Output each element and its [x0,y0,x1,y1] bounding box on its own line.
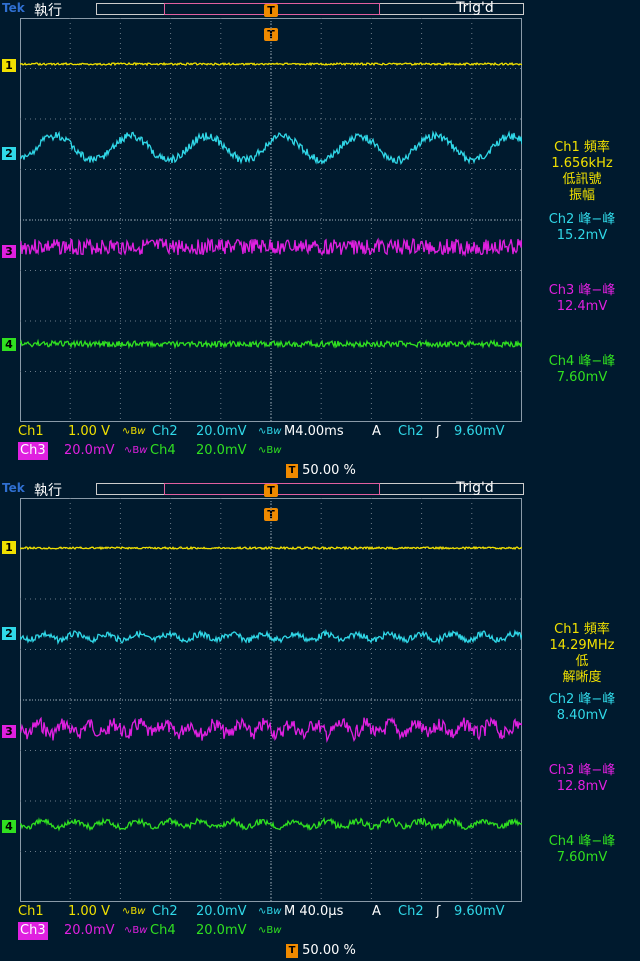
trigger-source: Ch2 [398,904,424,919]
ch3-scale: 20.0mV [64,443,115,458]
scope-screen-bottom: Tek 執行 Trig'd T T 1 2 3 4 Ch1 頻率 14.29MH… [0,480,640,960]
graticule [20,498,522,902]
timebase[interactable]: M 40.0µs [284,903,343,921]
ch4-scale: 20.0mV [196,443,247,458]
status-readout: Ch1 1.00 V ∿B𝘸 Ch2 20.0mV ∿B𝘸 M 40.0µs A… [0,903,640,961]
graticule-grid [20,18,522,422]
ch2-bandwidth-icon: ∿B𝘸 [258,426,282,437]
brand-logo: Tek [2,1,25,15]
ch2-label[interactable]: Ch2 [152,903,178,921]
trigger-t-icon: T [286,943,298,958]
header-bar: Tek 執行 Trig'd [0,0,640,19]
trigger-position-readout: T 50.00 % [286,943,356,959]
run-state: 執行 [34,483,62,499]
ch3-trace [20,716,522,744]
ch3-bandwidth-icon: ∿B𝘸 [124,445,148,456]
trigger-marker-label: T [267,484,275,497]
ch3-label[interactable]: Ch3 [18,922,48,940]
trigger-marker-label: T [267,4,275,17]
trigger-source: Ch2 [398,424,424,439]
ch4-pk-pk-measurement: Ch4 峰−峰 7.60mV [548,354,616,385]
ch3-marker[interactable]: 3 [2,245,16,258]
ch4-trace [20,338,522,350]
brand-logo: Tek [2,481,25,495]
ch1-bandwidth-icon: ∿B𝘸 [122,906,146,917]
trigger-state: Trig'd [456,0,494,16]
ch1-marker[interactable]: 1 [2,59,16,72]
ch1-marker[interactable]: 1 [2,541,16,554]
ch2-pk-pk-measurement: Ch2 峰−峰 8.40mV [548,692,616,723]
ch1-label[interactable]: Ch1 [18,903,44,921]
ch2-marker[interactable]: 2 [2,627,16,640]
ch3-marker[interactable]: 3 [2,725,16,738]
ch2-pk-pk-measurement: Ch2 峰−峰 15.2mV [548,212,616,243]
ch1-scale: 1.00 V [68,904,110,919]
ch4-pk-pk-measurement: Ch4 峰−峰 7.60mV [548,834,616,865]
ch3-pk-pk-measurement: Ch3 峰−峰 12.4mV [548,283,616,314]
ch4-bandwidth-icon: ∿B𝘸 [258,925,282,936]
trigger-level[interactable]: 9.60mV [454,903,505,921]
trigger-position-percent: 50.00 % [302,943,356,958]
timebase[interactable]: M4.00ms [284,423,344,441]
ch3-scale: 20.0mV [64,923,115,938]
run-state: 執行 [34,3,62,19]
ch4-label[interactable]: Ch4 [150,922,176,940]
ch2-marker[interactable]: 2 [2,147,16,160]
ch1-frequency-measurement: Ch1 頻率 14.29MHz 低 解晰度 [549,622,615,685]
trigger-mode: A [372,904,381,919]
trigger-position-percent: 50.00 % [302,463,356,478]
ch3-pk-pk-measurement: Ch3 峰−峰 12.8mV [548,763,616,794]
ch1-label[interactable]: Ch1 [18,423,44,441]
scope-screen-top: Tek 執行 Trig'd T T 1 2 3 4 Ch1 頻率 1.656kH… [0,0,640,480]
ch1-bandwidth-icon: ∿B𝘸 [122,426,146,437]
trigger-t-icon: T [286,463,298,478]
ch2-bandwidth-icon: ∿B𝘸 [258,906,282,917]
trigger-position-marker[interactable]: T [264,484,278,497]
ch2-scale: 20.0mV [196,424,247,439]
trigger-slope-icon: ʃ [436,904,441,919]
ch3-label[interactable]: Ch3 [18,442,48,460]
trigger-position-readout: T 50.00 % [286,463,356,479]
ch4-label[interactable]: Ch4 [150,442,176,460]
trigger-mode: A [372,424,381,439]
graticule-grid [20,498,522,902]
ch4-marker[interactable]: 4 [2,820,16,833]
ch4-marker[interactable]: 4 [2,338,16,351]
ch3-bandwidth-icon: ∿B𝘸 [124,925,148,936]
ch1-frequency-measurement: Ch1 頻率 1.656kHz 低訊號 振幅 [551,140,613,203]
graticule [20,18,522,422]
ch2-label[interactable]: Ch2 [152,423,178,441]
trigger-slope-icon: ʃ [436,424,441,439]
trigger-position-marker[interactable]: T [264,4,278,17]
trigger-level[interactable]: 9.60mV [454,423,505,441]
ch2-scale: 20.0mV [196,904,247,919]
status-readout: Ch1 1.00 V ∿B𝘸 Ch2 20.0mV ∿B𝘸 M4.00ms A … [0,423,640,481]
ch1-scale: 1.00 V [68,424,110,439]
ch1-trace [20,545,522,551]
ch4-bandwidth-icon: ∿B𝘸 [258,445,282,456]
trigger-state: Trig'd [456,480,494,496]
header-bar: Tek 執行 Trig'd [0,480,640,499]
ch4-scale: 20.0mV [196,923,247,938]
ch2-trace [20,628,522,645]
